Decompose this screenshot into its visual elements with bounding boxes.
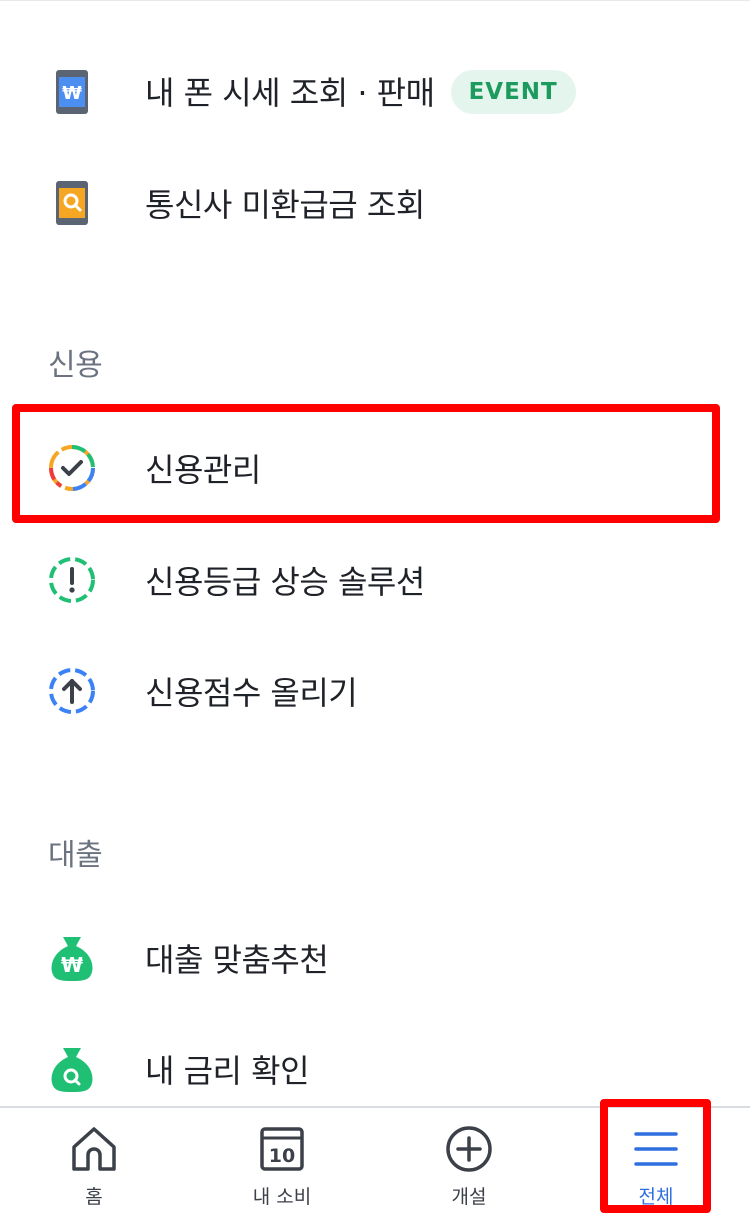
- menu-item-label: 대출 맞춤추천: [145, 941, 329, 979]
- tab-home[interactable]: 홈: [0, 1108, 188, 1221]
- menu-item-credit-grade-up[interactable]: 신용등급 상승 솔루션: [0, 530, 750, 630]
- menu-item-label: 내 금리 확인: [145, 1052, 310, 1090]
- svg-text:10: 10: [269, 1145, 295, 1167]
- tab-label: 홈: [85, 1186, 103, 1208]
- svg-text:₩: ₩: [62, 83, 82, 104]
- menu-item-loan-recommend[interactable]: ₩ 대출 맞춤추천: [0, 908, 750, 1008]
- menu-item-telecom-refund[interactable]: 통신사 미환급금 조회: [0, 153, 750, 253]
- tab-label: 내 소비: [252, 1186, 312, 1208]
- menu-item-label: 내 폰 시세 조회 · 판매 EVENT: [145, 68, 576, 117]
- phone-search-icon: [46, 177, 98, 229]
- event-badge: EVENT: [450, 69, 576, 114]
- phone-won-icon: ₩: [46, 66, 98, 118]
- credit-alert-icon: [46, 554, 98, 606]
- moneybag-search-icon: [46, 1043, 98, 1095]
- section-header-credit: 신용: [48, 348, 103, 383]
- top-divider: [0, 0, 750, 1]
- tab-spending[interactable]: 10 내 소비: [188, 1108, 376, 1221]
- highlight-box-tab-all: [600, 1099, 711, 1213]
- credit-arrow-up-icon: [46, 665, 98, 717]
- menu-item-credit-score-up[interactable]: 신용점수 올리기: [0, 641, 750, 741]
- menu-item-label: 통신사 미환급금 조회: [145, 186, 425, 224]
- highlight-box-credit-manage: [12, 404, 720, 523]
- tab-label: 개설: [451, 1186, 487, 1208]
- menu-item-phone-price[interactable]: ₩ 내 폰 시세 조회 · 판매 EVENT: [0, 42, 750, 142]
- menu-item-label: 신용점수 올리기: [145, 674, 358, 712]
- menu-item-label: 신용등급 상승 솔루션: [145, 563, 425, 601]
- moneybag-won-icon: ₩: [46, 932, 98, 984]
- home-icon: [69, 1124, 119, 1178]
- tab-open[interactable]: 개설: [375, 1108, 563, 1221]
- calendar-10-icon: 10: [257, 1124, 307, 1178]
- svg-text:₩: ₩: [61, 953, 83, 977]
- plus-circle-icon: [444, 1124, 494, 1178]
- section-header-loan: 대출: [48, 838, 103, 873]
